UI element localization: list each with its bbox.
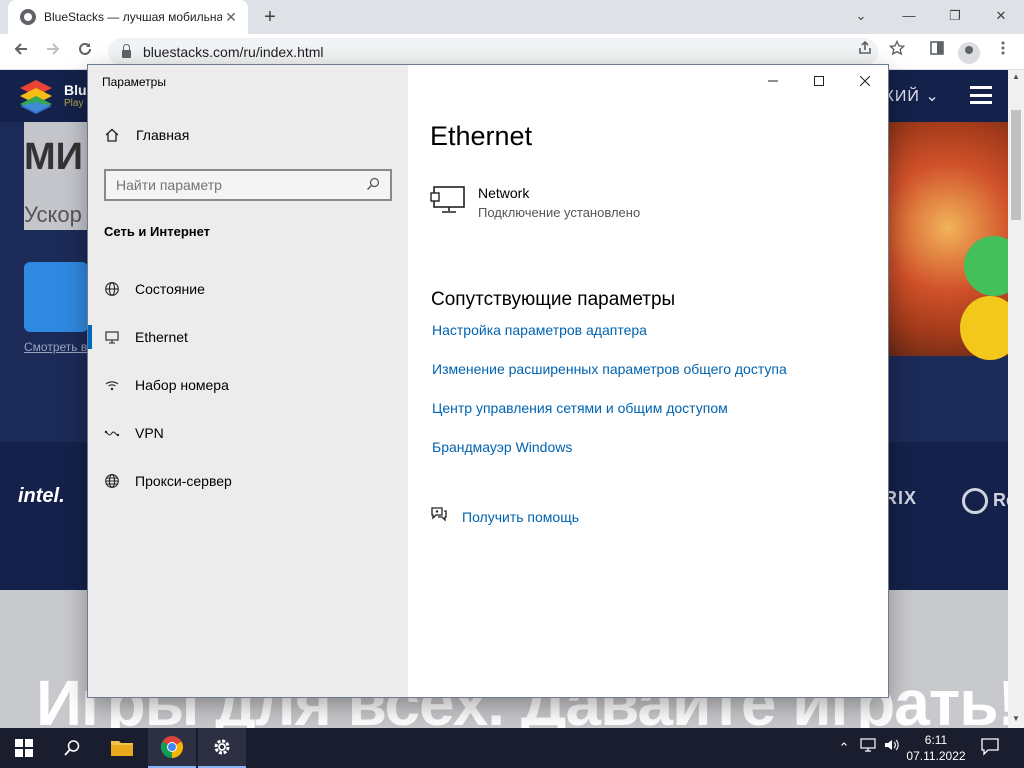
page-title: Ethernet — [430, 121, 533, 151]
search-taskbar-button[interactable] — [48, 728, 96, 768]
network-monitor-icon — [430, 185, 466, 220]
settings-window: Параметры Главная Сеть и Интернет Состоя… — [88, 65, 888, 697]
vpn-icon — [104, 425, 120, 441]
globe-icon — [104, 473, 120, 489]
network-entry[interactable]: Network Подключение установлено — [430, 185, 640, 220]
globe-status-icon — [104, 281, 120, 297]
reload-icon[interactable] — [72, 39, 98, 65]
lock-icon[interactable] — [122, 44, 131, 58]
link-adapter-settings[interactable]: Настройка параметров адаптера — [432, 322, 647, 338]
folder-icon — [111, 741, 133, 756]
settings-sidebar: Параметры Главная Сеть и Интернет Состоя… — [88, 65, 408, 697]
url-text: bluestacks.com/ru/index.html — [143, 44, 324, 60]
link-sharing-settings[interactable]: Изменение расширенных параметров общего … — [432, 361, 787, 377]
network-tray-icon[interactable] — [858, 738, 878, 758]
settings-nav: Состояние Ethernet Набор номера VPN Прок… — [88, 265, 408, 505]
section-heading: Сеть и Интернет — [104, 224, 211, 239]
hero-subheading: Ускор — [24, 202, 82, 227]
browser-tab-strip: BlueStacks — лучшая мобильна ✕ + ⌄ — ❐ ✕ — [0, 0, 1024, 34]
nav-label: Прокси-сервер — [135, 473, 232, 489]
new-tab-button[interactable]: + — [258, 4, 282, 30]
scroll-up-icon[interactable]: ▲ — [1008, 70, 1024, 84]
settings-taskbar-button[interactable] — [198, 728, 246, 768]
notification-center-icon[interactable] — [980, 736, 1004, 760]
hero-heading: МИ — [24, 136, 83, 178]
nav-label: Набор номера — [135, 377, 229, 393]
nav-item-proxy[interactable]: Прокси-сервер — [88, 457, 408, 505]
link-network-center[interactable]: Центр управления сетями и общим доступом — [432, 400, 728, 416]
restore-button[interactable]: ❐ — [932, 2, 978, 30]
back-icon[interactable] — [8, 39, 34, 65]
scroll-thumb[interactable] — [1011, 110, 1021, 220]
partner-intel-logo: intel. — [18, 485, 65, 507]
nav-label: Ethernet — [135, 329, 188, 345]
taskbar: ⌃ 6:11 07.11.2022 — [0, 728, 1024, 768]
home-icon — [104, 127, 120, 143]
volume-tray-icon[interactable] — [882, 738, 902, 758]
nav-label: Состояние — [135, 281, 205, 297]
tab-search-icon[interactable]: ⌄ — [838, 2, 884, 30]
tray-chevron-icon[interactable]: ⌃ — [834, 738, 854, 758]
scroll-down-icon[interactable]: ▼ — [1008, 712, 1024, 726]
nav-label: VPN — [135, 425, 164, 441]
search-icon — [64, 740, 80, 756]
settings-search-box[interactable] — [104, 169, 392, 201]
link-firewall[interactable]: Брандмауэр Windows — [432, 439, 572, 455]
chrome-icon — [161, 736, 183, 758]
home-nav-item[interactable]: Главная — [104, 127, 189, 143]
nav-item-vpn[interactable]: VPN — [88, 409, 408, 457]
favicon-icon — [20, 9, 36, 25]
search-icon[interactable] — [366, 177, 380, 194]
forward-icon[interactable] — [40, 39, 66, 65]
address-bar[interactable]: bluestacks.com/ru/index.html — [108, 38, 878, 66]
tray-clock[interactable]: 6:11 07.11.2022 — [904, 732, 968, 764]
clock-date: 07.11.2022 — [906, 749, 966, 763]
clock-time: 6:11 — [924, 733, 948, 747]
chrome-taskbar-button[interactable] — [148, 728, 196, 768]
home-label: Главная — [136, 127, 190, 143]
browser-tab[interactable]: BlueStacks — лучшая мобильна ✕ — [8, 0, 248, 34]
file-explorer-button[interactable] — [98, 728, 146, 768]
side-panel-icon[interactable] — [924, 39, 950, 65]
window-title: Параметры — [102, 75, 166, 89]
bluestacks-logo[interactable] — [16, 76, 56, 116]
app-link[interactable]: Смотреть в — [24, 340, 87, 354]
start-button[interactable] — [0, 728, 48, 768]
windows-logo-icon — [15, 739, 33, 757]
hamburger-menu-icon[interactable] — [970, 86, 992, 104]
profile-avatar[interactable] — [958, 42, 980, 64]
get-help-link[interactable]: Получить помощь — [430, 505, 579, 528]
nav-item-ethernet[interactable]: Ethernet — [88, 313, 408, 361]
bookmark-star-icon[interactable] — [884, 39, 910, 65]
related-settings-heading: Сопутствующие параметры — [431, 289, 676, 310]
network-name: Network — [478, 185, 530, 201]
help-label: Получить помощь — [462, 508, 580, 525]
settings-content: Ethernet Network Подключение установлено… — [408, 65, 888, 697]
page-scrollbar[interactable]: ▲ ▼ — [1008, 70, 1024, 728]
help-chat-icon — [430, 505, 448, 528]
minimize-button[interactable]: — — [886, 2, 932, 30]
dialup-icon — [104, 377, 120, 393]
partner-ring-icon — [962, 488, 988, 514]
app-tile[interactable] — [24, 262, 88, 332]
close-window-button[interactable]: ✕ — [978, 2, 1024, 30]
share-icon[interactable] — [852, 39, 878, 65]
partner-rix-logo: RIX — [884, 488, 918, 508]
gear-icon — [214, 739, 230, 755]
nav-item-dialup[interactable]: Набор номера — [88, 361, 408, 409]
tab-title: BlueStacks — лучшая мобильна — [44, 10, 222, 24]
search-input[interactable] — [116, 177, 366, 193]
ethernet-icon — [104, 329, 120, 345]
tab-close-icon[interactable]: ✕ — [222, 9, 240, 26]
partner-ro-logo: Re — [993, 490, 1008, 510]
network-status: Подключение установлено — [478, 205, 641, 220]
nav-item-status[interactable]: Состояние — [88, 265, 408, 313]
menu-kebab-icon[interactable] — [990, 39, 1016, 65]
